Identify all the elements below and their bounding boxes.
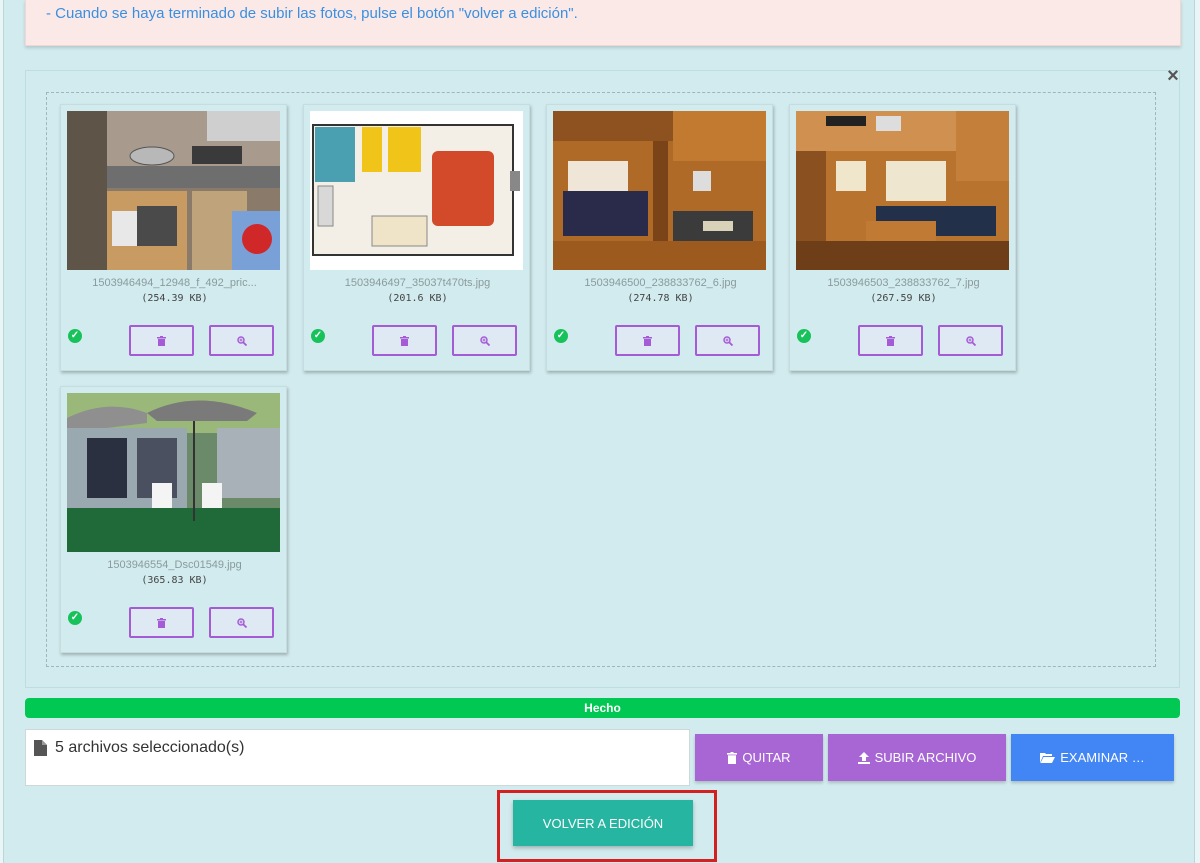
right-scroll-edge bbox=[1194, 0, 1200, 863]
file-preview-card: 1503946554_Dsc01549.jpg (365.83 KB) ✓ bbox=[60, 386, 287, 653]
remove-file-button[interactable] bbox=[858, 325, 923, 356]
check-circle-icon: ✓ bbox=[797, 329, 811, 343]
zoom-preview-button[interactable] bbox=[695, 325, 760, 356]
upload-notice: - Cuando se haya terminado de subir las … bbox=[25, 0, 1181, 46]
remove-file-button[interactable] bbox=[129, 607, 194, 638]
zoom-in-icon bbox=[236, 335, 247, 346]
upload-progress-bar: Hecho bbox=[25, 698, 1180, 718]
upload-file-label: SUBIR ARCHIVO bbox=[874, 750, 977, 765]
file-thumbnail bbox=[310, 111, 523, 270]
remove-file-button[interactable] bbox=[372, 325, 437, 356]
file-name: 1503946503_238833762_7.jpg bbox=[827, 277, 980, 289]
trash-icon bbox=[400, 335, 409, 346]
upload-icon bbox=[857, 751, 870, 764]
trash-icon bbox=[886, 335, 895, 346]
zoom-preview-button[interactable] bbox=[209, 607, 274, 638]
file-name: 1503946497_35037t470ts.jpg bbox=[344, 277, 491, 289]
remove-all-button[interactable]: QUITAR bbox=[695, 734, 823, 781]
file-name: 1503946500_238833762_6.jpg bbox=[584, 277, 737, 289]
trash-icon bbox=[157, 617, 166, 628]
browse-label: EXAMINAR … bbox=[1060, 750, 1145, 765]
zoom-preview-button[interactable] bbox=[209, 325, 274, 356]
zoom-preview-button[interactable] bbox=[938, 325, 1003, 356]
file-size: (267.59 KB) bbox=[870, 293, 937, 304]
selected-files-display: 5 archivos seleccionado(s) bbox=[25, 729, 690, 786]
check-circle-icon: ✓ bbox=[68, 611, 82, 625]
file-thumbnail bbox=[67, 393, 280, 552]
remove-all-label: QUITAR bbox=[742, 750, 791, 765]
file-thumbnail bbox=[553, 111, 766, 270]
file-thumbnail bbox=[67, 111, 280, 270]
selected-files-text: 5 archivos seleccionado(s) bbox=[55, 739, 245, 756]
file-size: (254.39 KB) bbox=[141, 293, 208, 304]
left-scroll-edge bbox=[0, 0, 4, 863]
notice-text: - Cuando se haya terminado de subir las … bbox=[46, 5, 578, 22]
remove-file-button[interactable] bbox=[615, 325, 680, 356]
file-preview-card: 1503946500_238833762_6.jpg (274.78 KB) ✓ bbox=[546, 104, 773, 371]
check-circle-icon: ✓ bbox=[68, 329, 82, 343]
folder-open-icon bbox=[1040, 753, 1056, 763]
zoom-in-icon bbox=[965, 335, 976, 346]
file-size: (201.6 KB) bbox=[387, 293, 448, 304]
file-preview-card: 1503946497_35037t470ts.jpg (201.6 KB) ✓ bbox=[303, 104, 530, 371]
upload-file-button[interactable]: SUBIR ARCHIVO bbox=[828, 734, 1006, 781]
zoom-in-icon bbox=[236, 617, 247, 628]
file-name: 1503946554_Dsc01549.jpg bbox=[107, 559, 242, 571]
trash-icon bbox=[727, 751, 738, 764]
file-name: 1503946494_12948_f_492_pric... bbox=[92, 277, 257, 289]
file-preview-card: 1503946503_238833762_7.jpg (267.59 KB) ✓ bbox=[789, 104, 1016, 371]
back-to-edit-button[interactable]: VOLVER A EDICIÓN bbox=[513, 800, 693, 846]
progress-label: Hecho bbox=[584, 701, 621, 715]
close-icon[interactable]: × bbox=[1164, 66, 1182, 86]
file-size: (365.83 KB) bbox=[141, 575, 208, 586]
check-circle-icon: ✓ bbox=[554, 329, 568, 343]
zoom-in-icon bbox=[479, 335, 490, 346]
trash-icon bbox=[643, 335, 652, 346]
browse-button[interactable]: EXAMINAR … bbox=[1011, 734, 1174, 781]
file-icon bbox=[34, 740, 47, 756]
file-size: (274.78 KB) bbox=[627, 293, 694, 304]
check-circle-icon: ✓ bbox=[311, 329, 325, 343]
file-preview-card: 1503946494_12948_f_492_pric... (254.39 K… bbox=[60, 104, 287, 371]
remove-file-button[interactable] bbox=[129, 325, 194, 356]
file-thumbnail bbox=[796, 111, 1009, 270]
zoom-in-icon bbox=[722, 335, 733, 346]
trash-icon bbox=[157, 335, 166, 346]
zoom-preview-button[interactable] bbox=[452, 325, 517, 356]
